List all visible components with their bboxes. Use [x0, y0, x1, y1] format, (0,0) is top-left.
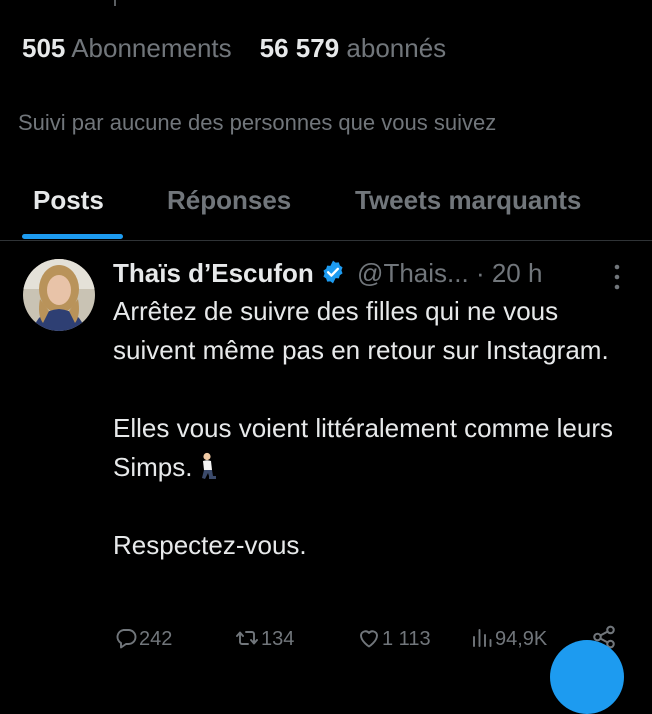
compose-fab-button[interactable]: [550, 640, 624, 714]
reply-button[interactable]: 242: [113, 622, 172, 656]
views-chart-icon: [473, 629, 492, 647]
retweet-icon: [236, 631, 258, 645]
heart-icon: [360, 630, 378, 648]
author-name[interactable]: Thaïs d’Escufon: [113, 258, 314, 288]
tabs-divider: [0, 240, 652, 241]
tweet-text: Arrêtez de suivre des filles qui ne vous…: [113, 292, 643, 565]
followers-count: 56 579: [259, 33, 340, 63]
tab-posts[interactable]: Posts: [33, 182, 104, 218]
tweet-time[interactable]: 20 h: [492, 258, 543, 288]
avatar[interactable]: [23, 259, 95, 331]
profile-tabs: Posts Réponses Tweets marquants: [0, 170, 652, 240]
tweet-paragraph-2: Elles vous voient littéralement comme le…: [113, 409, 643, 487]
tweet-header: Thaïs d’Escufon @Thais... · 20 h: [113, 256, 633, 290]
kneeling-person-emoji-icon: [196, 452, 220, 482]
followers-link[interactable]: 56 579 abonnés: [260, 32, 447, 64]
views-button[interactable]: 94,9K: [469, 622, 547, 656]
more-options-icon[interactable]: [604, 262, 630, 292]
retweet-button[interactable]: 134: [233, 622, 294, 656]
verified-badge-icon: [320, 259, 346, 285]
tweet-actions: 242 134 1 113 94,9K: [113, 622, 633, 656]
following-label: Abonnements: [71, 33, 232, 63]
tab-highlights[interactable]: Tweets marquants: [355, 182, 581, 218]
active-tab-indicator: [22, 234, 123, 239]
tweet-paragraph-3: Respectez-vous.: [113, 530, 307, 560]
reply-count: 242: [139, 628, 173, 650]
retweet-count: 134: [261, 628, 295, 650]
view-count: 94,9K: [495, 628, 548, 650]
followed-by-text: Suivi par aucune des personnes que vous …: [18, 110, 497, 135]
following-count: 505: [22, 33, 66, 63]
truncated-text-fragment: j: [113, 0, 127, 6]
following-link[interactable]: 505 Abonnements: [22, 32, 232, 64]
separator-dot: ·: [475, 258, 485, 288]
followers-label: abonnés: [346, 33, 447, 63]
like-button[interactable]: 1 113: [356, 622, 431, 656]
tab-replies[interactable]: Réponses: [167, 182, 291, 218]
like-count: 1 113: [382, 628, 431, 650]
tweet-paragraph-1: Arrêtez de suivre des filles qui ne vous…: [113, 296, 609, 365]
reply-icon: [116, 629, 137, 649]
tweet-paragraph-2-text: Elles vous voient littéralement comme le…: [113, 413, 613, 482]
profile-stats: 505 Abonnements 56 579 abonnés: [22, 32, 474, 64]
author-handle[interactable]: @Thais...: [357, 258, 469, 288]
